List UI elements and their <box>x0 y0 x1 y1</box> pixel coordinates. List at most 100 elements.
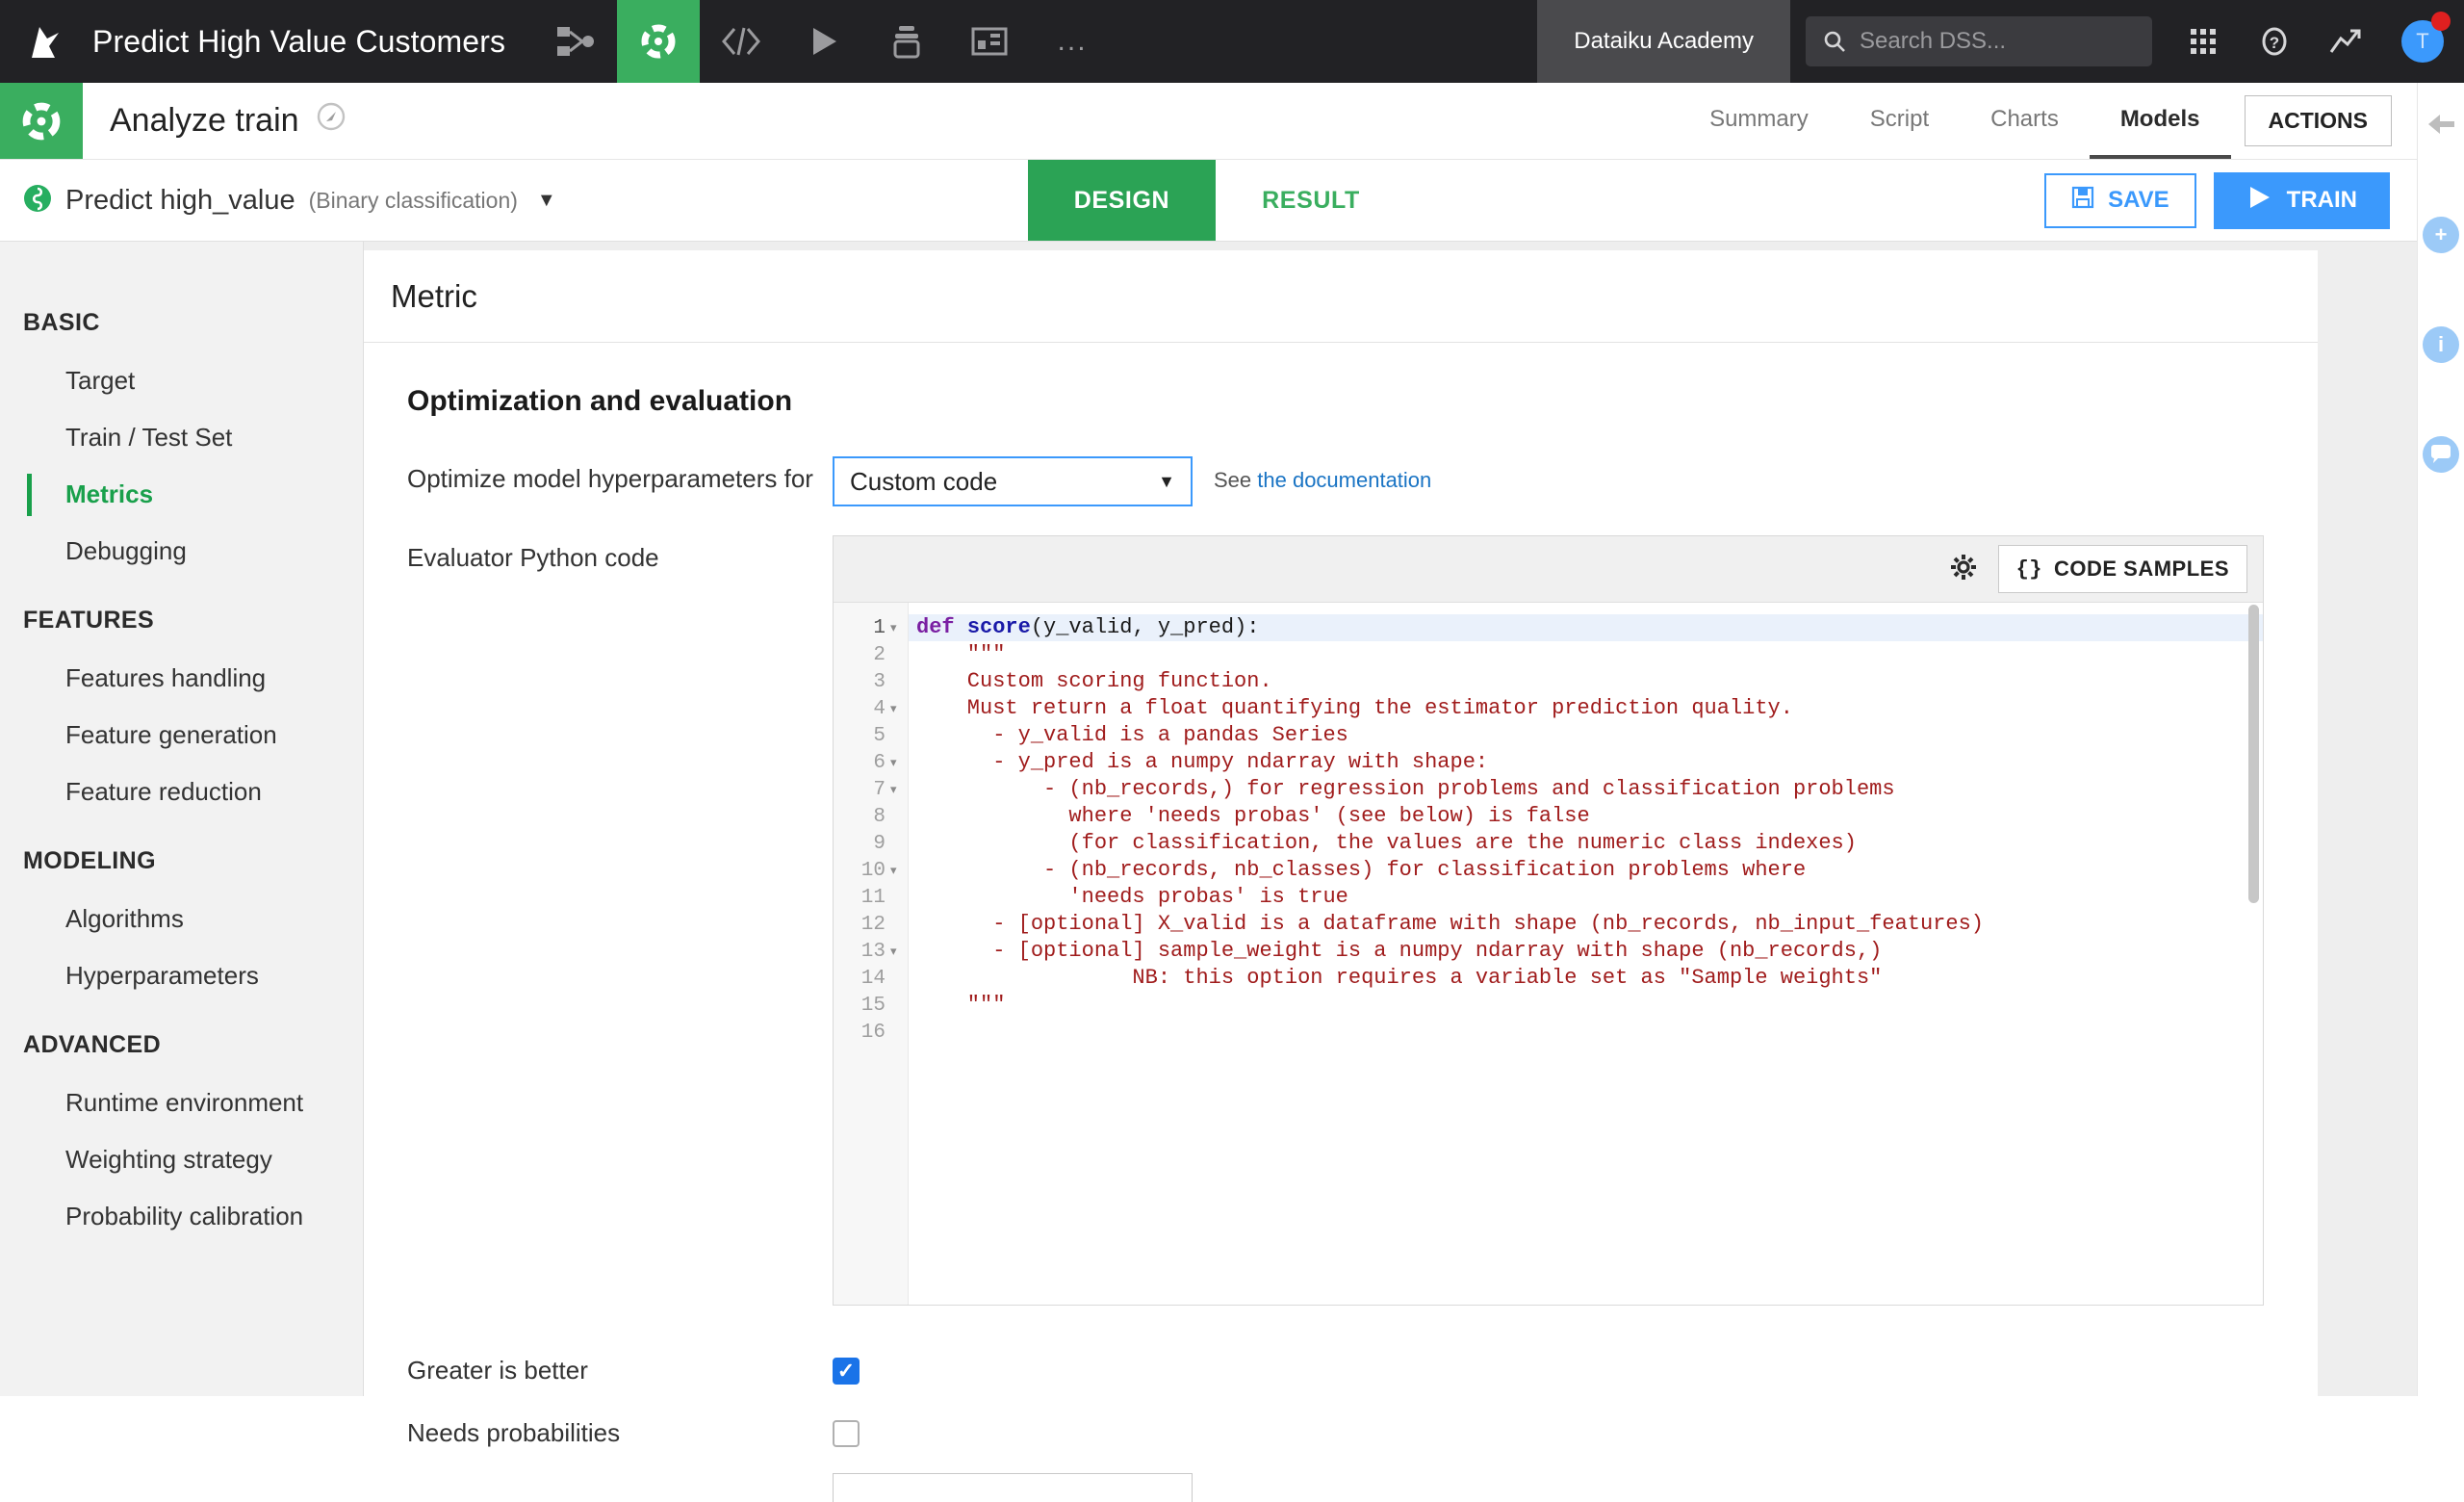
line-number: 12 <box>860 913 886 936</box>
compass-icon[interactable] <box>317 102 346 140</box>
editor-body[interactable]: 1 ▾ 2 3 4 ▾ 5 6 ▾ 7 ▾ 8 9 10 ▾ 11 12 13 ▾ 14 15 16 def score(… <box>834 602 2263 1305</box>
evaluator-label: Evaluator Python code <box>407 543 659 572</box>
code-line: """ <box>916 642 1006 666</box>
tab-summary[interactable]: Summary <box>1679 83 1839 159</box>
navbar-spacer <box>1114 0 1537 83</box>
line-number: 8 <box>873 805 886 828</box>
line-number: 14 <box>860 967 886 990</box>
tab-script[interactable]: Script <box>1839 83 1960 159</box>
line-number: 1 ▾ <box>834 614 908 641</box>
greater-is-better-checkbox[interactable] <box>833 1357 860 1385</box>
editor-scrollbar[interactable] <box>2248 605 2259 903</box>
python-recipe-icon <box>23 184 52 218</box>
code-icon[interactable] <box>700 0 783 83</box>
code-line: where 'needs probas' (see below) is fals… <box>916 804 1590 828</box>
flow-icon[interactable] <box>534 0 617 83</box>
sidebar-item-algorithms[interactable]: Algorithms <box>0 891 363 947</box>
tab-charts[interactable]: Charts <box>1960 83 2090 159</box>
sidebar-item-train-test-set[interactable]: Train / Test Set <box>0 409 363 466</box>
sidebar-item-debugging[interactable]: Debugging <box>0 523 363 580</box>
line-number: 5 <box>873 724 886 747</box>
train-label: TRAIN <box>2286 187 2357 213</box>
optimize-row: Optimize model hyperparameters for Custo… <box>364 456 2318 506</box>
needs-probabilities-label: Needs probabilities <box>407 1418 621 1447</box>
info-icon[interactable]: i <box>2423 326 2459 363</box>
add-plus-icon[interactable]: + <box>2423 217 2459 253</box>
lab-icon[interactable] <box>617 0 701 83</box>
model-type: (Binary classification) <box>308 187 518 213</box>
automation-stack-icon[interactable] <box>865 0 948 83</box>
sidebar-item-weighting-strategy[interactable]: Weighting strategy <box>0 1131 363 1188</box>
apps-grid-icon[interactable] <box>2168 0 2239 83</box>
sidebar-item-feature-generation[interactable]: Feature generation <box>0 707 363 764</box>
fold-arrow-icon[interactable]: ▾ <box>890 756 902 770</box>
more-options-icon[interactable]: ... <box>1031 0 1114 83</box>
search-input[interactable]: Search DSS... <box>1806 16 2152 66</box>
code-line: 'needs probas' is true <box>916 885 1348 909</box>
code-line: - (nb_records,) for regression problems … <box>916 777 1895 801</box>
page-title: Analyze train <box>110 102 299 139</box>
dataiku-bird-logo[interactable] <box>0 0 92 83</box>
tab-design[interactable]: DESIGN <box>1027 160 1217 241</box>
chevron-down-icon[interactable]: ▼ <box>537 190 556 212</box>
line-number: 10 ▾ <box>834 857 908 884</box>
fold-arrow-icon[interactable]: ▾ <box>890 621 902 635</box>
code-area[interactable]: def score(y_valid, y_pred): """ Custom s… <box>909 603 2263 1305</box>
code-samples-label: CODE SAMPLES <box>2053 557 2229 581</box>
gear-icon[interactable] <box>1950 554 1977 585</box>
code-line: - y_pred is a numpy ndarray with shape: <box>916 750 1489 774</box>
sidebar-item-probability-calibration[interactable]: Probability calibration <box>0 1188 363 1245</box>
modelbar-gap <box>556 160 1028 241</box>
line-number: 4 ▾ <box>834 695 908 722</box>
help-circle-icon[interactable]: ? <box>2239 0 2310 83</box>
project-title[interactable]: Predict High Value Customers <box>92 0 534 83</box>
fold-arrow-icon[interactable]: ▾ <box>890 864 902 878</box>
line-number: 11 <box>860 886 886 909</box>
sidebar-item-hyperparameters[interactable]: Hyperparameters <box>0 947 363 1004</box>
code-samples-button[interactable]: {} CODE SAMPLES <box>1997 545 2247 593</box>
next-field-stub[interactable] <box>833 1473 1193 1502</box>
jobs-play-icon[interactable] <box>783 0 865 83</box>
sidebar-item-target[interactable]: Target <box>0 352 363 409</box>
sidebar-group-features: FEATURES <box>23 607 155 634</box>
line-number: 15 <box>860 994 886 1017</box>
code-line: NB: this option requires a variable set … <box>916 966 1883 990</box>
code-line: """ <box>916 993 1006 1017</box>
line-number: 16 <box>860 1021 886 1044</box>
needs-probabilities-checkbox[interactable] <box>833 1419 860 1447</box>
line-number-gutter: 1 ▾ 2 3 4 ▾ 5 6 ▾ 7 ▾ 8 9 10 ▾ 11 12 13 ▾ 14 15 16 <box>834 603 909 1305</box>
dashboard-panel-icon[interactable] <box>948 0 1031 83</box>
line-number: 6 ▾ <box>834 749 908 776</box>
train-button[interactable]: TRAIN <box>2213 171 2390 229</box>
actions-button[interactable]: ACTIONS <box>2244 95 2392 146</box>
card-body: Optimization and evaluation Optimize mod… <box>364 343 2318 1502</box>
code-line: Custom scoring function. <box>916 669 1272 693</box>
discussions-icon[interactable] <box>2423 436 2459 473</box>
save-button[interactable]: SAVE <box>2044 172 2196 228</box>
fold-arrow-icon[interactable]: ▾ <box>890 945 902 959</box>
sidebar-item-runtime-environment[interactable]: Runtime environment <box>0 1075 363 1131</box>
card-title: Metric <box>364 250 2318 343</box>
line-number: 7 ▾ <box>834 776 908 803</box>
model-header: Predict high_value (Binary classificatio… <box>0 160 2417 242</box>
search-placeholder: Search DSS... <box>1860 28 2007 54</box>
fold-arrow-icon[interactable]: ▾ <box>890 783 902 797</box>
optimize-metric-select[interactable]: Custom code ▼ <box>833 456 1193 506</box>
play-triangle-icon <box>2246 185 2272 217</box>
chevron-down-icon: ▼ <box>1158 471 1175 491</box>
activity-trend-icon[interactable] <box>2310 0 2381 83</box>
sidebar-item-features-handling[interactable]: Features handling <box>0 650 363 707</box>
code-line: def score(y_valid, y_pred): <box>909 614 2263 641</box>
sidebar-item-metrics[interactable]: Metrics <box>0 466 363 523</box>
tab-result[interactable]: RESULT <box>1216 160 1406 241</box>
sidebar-group-advanced: ADVANCED <box>23 1031 162 1058</box>
line-number: 13 ▾ <box>834 938 908 965</box>
sidebar-item-feature-reduction[interactable]: Feature reduction <box>0 764 363 820</box>
tab-models[interactable]: Models <box>2089 83 2231 159</box>
fold-arrow-icon[interactable]: ▾ <box>890 702 902 716</box>
documentation-link[interactable]: the documentation <box>1257 468 1431 492</box>
top-navbar: Predict High Value Customers ... Dataiku… <box>0 0 2464 83</box>
academy-link[interactable]: Dataiku Academy <box>1537 0 1790 83</box>
model-name: Predict high_value <box>65 184 295 216</box>
collapse-left-arrow-icon[interactable] <box>2425 110 2457 143</box>
